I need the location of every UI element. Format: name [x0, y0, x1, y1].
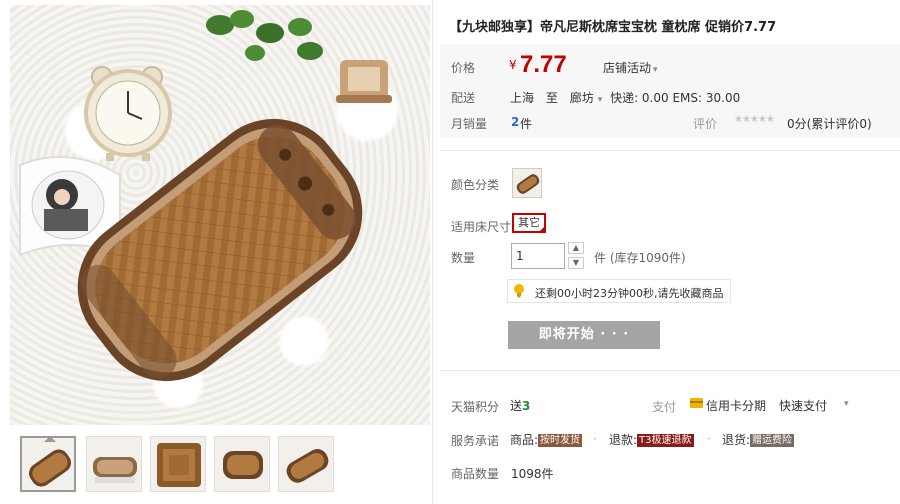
service-refund-prefix: 退款:: [609, 433, 638, 447]
bed-size-option-label: 其它: [518, 216, 540, 229]
quantity-increase-button[interactable]: ▲: [568, 242, 584, 254]
thumbnail-2[interactable]: [86, 436, 142, 492]
bed-size-option-selected[interactable]: 其它: [512, 213, 546, 233]
gallery-divider: [432, 0, 433, 504]
payment-label: 支付: [652, 400, 677, 414]
service-return-tag: 赠运费险: [750, 434, 795, 447]
quantity-decrease-button[interactable]: ▼: [568, 257, 584, 269]
color-option-swatch[interactable]: [512, 168, 542, 198]
chevron-down-icon: ▾: [597, 95, 603, 105]
review-label: 评价: [693, 117, 718, 131]
chevron-down-icon[interactable]: ▾: [844, 399, 849, 409]
service-return-prefix: 退货:: [722, 433, 751, 447]
bed-size-label: 适用床尺寸: [451, 220, 512, 234]
credit-card-installment[interactable]: 信用卡分期: [706, 397, 766, 414]
quick-pay[interactable]: 快速支付: [779, 397, 827, 414]
main-product-image[interactable]: [10, 5, 430, 425]
points-value: 送3: [510, 397, 530, 414]
service-refund-tag: T3极速退款: [637, 434, 694, 447]
service-return[interactable]: 退货: 赠运费险: [722, 431, 795, 448]
shipping-label: 配送: [451, 91, 476, 105]
currency-symbol: ¥: [509, 58, 517, 72]
price-label: 价格: [451, 61, 476, 75]
service-goods-prefix: 商品:: [510, 433, 539, 447]
countdown-notice: 还剩00小时23分钟00秒,请先收藏商品: [507, 279, 731, 303]
countdown-text: 还剩00小时23分钟00秒,请先收藏商品: [535, 287, 724, 300]
section-divider: [440, 370, 900, 371]
chevron-down-icon: ▾: [653, 65, 658, 75]
goods-count-label: 商品数量: [451, 467, 500, 481]
store-promo-dropdown[interactable]: 店铺活动 ▾: [603, 59, 658, 76]
service-refund[interactable]: 退款: T3极速退款: [609, 431, 694, 448]
points-label: 天猫积分: [451, 400, 500, 414]
leaves-decoration: [206, 10, 323, 61]
monthly-sales-label: 月销量: [451, 117, 488, 131]
separator-dot: ·: [707, 432, 711, 446]
quantity-label: 数量: [451, 251, 476, 265]
thumbnail-4[interactable]: [214, 436, 270, 492]
coming-soon-button[interactable]: 即将开始 · · ·: [508, 321, 660, 349]
price-value: 7.77: [520, 51, 567, 78]
shipping-fees: 快递: 0.00 EMS: 30.00: [610, 91, 741, 105]
stock-info: 件 (库存1090件): [594, 251, 686, 265]
goods-count-value: 1098件: [511, 467, 554, 481]
figurine-decoration: [336, 60, 392, 103]
points-prefix: 送: [510, 399, 523, 413]
alarm-clock-decoration: [84, 66, 172, 161]
monthly-sales-unit: 件: [520, 117, 533, 131]
ship-from: 上海: [510, 91, 535, 105]
credit-card-icon: [690, 398, 703, 408]
ship-destination: 廊坊: [569, 91, 594, 105]
selected-check-icon: [538, 225, 546, 233]
shipping-row: 上海 至 廊坊 ▾ 快递: 0.00 EMS: 30.00: [510, 89, 740, 106]
thumbnail-1[interactable]: [20, 436, 76, 492]
service-goods-tag: 按时发货: [538, 434, 583, 447]
monthly-sales-count: 2: [511, 115, 520, 129]
section-divider: [440, 150, 900, 151]
thumbnail-3[interactable]: [150, 436, 206, 492]
review-summary-link[interactable]: 0分(累计评价0): [787, 115, 872, 132]
ship-destination-select[interactable]: 廊坊 ▾: [570, 91, 603, 105]
ship-to-word: 至: [545, 91, 558, 105]
separator-dot: ·: [593, 432, 597, 446]
service-goods[interactable]: 商品: 按时发货: [510, 431, 583, 448]
product-title: 【九块邮独享】帝凡尼斯枕席宝宝枕 童枕席 促销价7.77: [449, 20, 777, 35]
quantity-input[interactable]: [511, 243, 565, 269]
thumbnail-strip: [14, 432, 434, 492]
service-label: 服务承诺: [451, 434, 500, 448]
store-promo-label: 店铺活动: [603, 61, 652, 75]
points-number: 3: [522, 399, 531, 413]
lightbulb-icon: [514, 284, 524, 298]
thumbnail-5[interactable]: [278, 436, 334, 492]
color-label: 颜色分类: [451, 178, 500, 192]
rating-stars-icon: ★★★★★: [734, 114, 775, 125]
